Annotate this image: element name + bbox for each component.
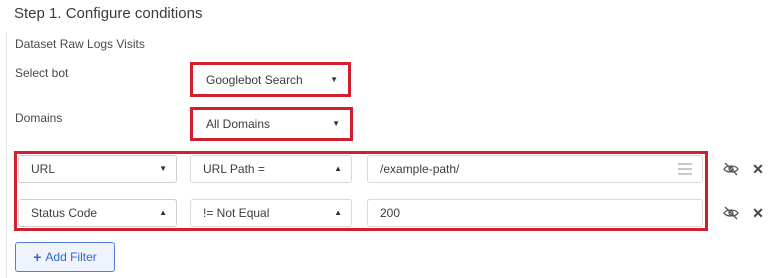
remove-filter-button[interactable]: ✕ <box>750 161 766 177</box>
left-divider <box>6 32 7 278</box>
dataset-label: Dataset Raw Logs Visits <box>15 37 145 51</box>
close-icon: ✕ <box>752 160 764 177</box>
domains-label: Domains <box>15 111 63 125</box>
filter-operator-value: != Not Equal <box>203 206 270 220</box>
domains-value: All Domains <box>206 117 271 131</box>
eye-off-icon <box>723 206 739 220</box>
filter-field-select[interactable]: URL ▼ <box>18 155 177 183</box>
close-icon: ✕ <box>752 204 764 221</box>
select-bot-dropdown[interactable]: Googlebot Search ▼ <box>194 66 347 93</box>
filter-value-text: /example-path/ <box>380 162 460 176</box>
plus-icon: + <box>33 249 42 265</box>
domains-dropdown[interactable]: All Domains ▼ <box>194 111 349 137</box>
remove-filter-button[interactable]: ✕ <box>750 205 766 221</box>
filter-value-input[interactable]: /example-path/ <box>367 155 703 183</box>
add-filter-button[interactable]: + Add Filter <box>15 242 115 272</box>
filter-operator-value: URL Path = <box>203 162 265 176</box>
filter-value-input[interactable]: 200 <box>367 199 703 227</box>
chevron-down-icon: ▼ <box>332 119 340 128</box>
select-bot-label: Select bot <box>15 66 69 80</box>
chevron-up-icon: ▲ <box>334 208 342 217</box>
filter-field-value: URL <box>31 162 56 176</box>
eye-off-icon <box>723 162 739 176</box>
step-title: Step 1. Configure conditions <box>14 5 203 22</box>
select-bot-value: Googlebot Search <box>206 72 303 87</box>
filter-operator-select[interactable]: URL Path = ▲ <box>190 155 352 183</box>
chevron-down-icon: ▼ <box>159 164 167 173</box>
filter-operator-select[interactable]: != Not Equal ▲ <box>190 199 352 227</box>
list-icon[interactable] <box>678 163 692 175</box>
chevron-up-icon: ▲ <box>334 164 342 173</box>
filter-field-value: Status Code <box>31 206 98 220</box>
filter-field-select[interactable]: Status Code ▲ <box>18 199 177 227</box>
hide-filter-button[interactable] <box>722 161 740 177</box>
hide-filter-button[interactable] <box>722 205 740 221</box>
chevron-up-icon: ▲ <box>159 208 167 217</box>
filter-value-text: 200 <box>380 206 401 220</box>
add-filter-label: Add Filter <box>45 250 97 264</box>
chevron-down-icon: ▼ <box>330 74 338 84</box>
